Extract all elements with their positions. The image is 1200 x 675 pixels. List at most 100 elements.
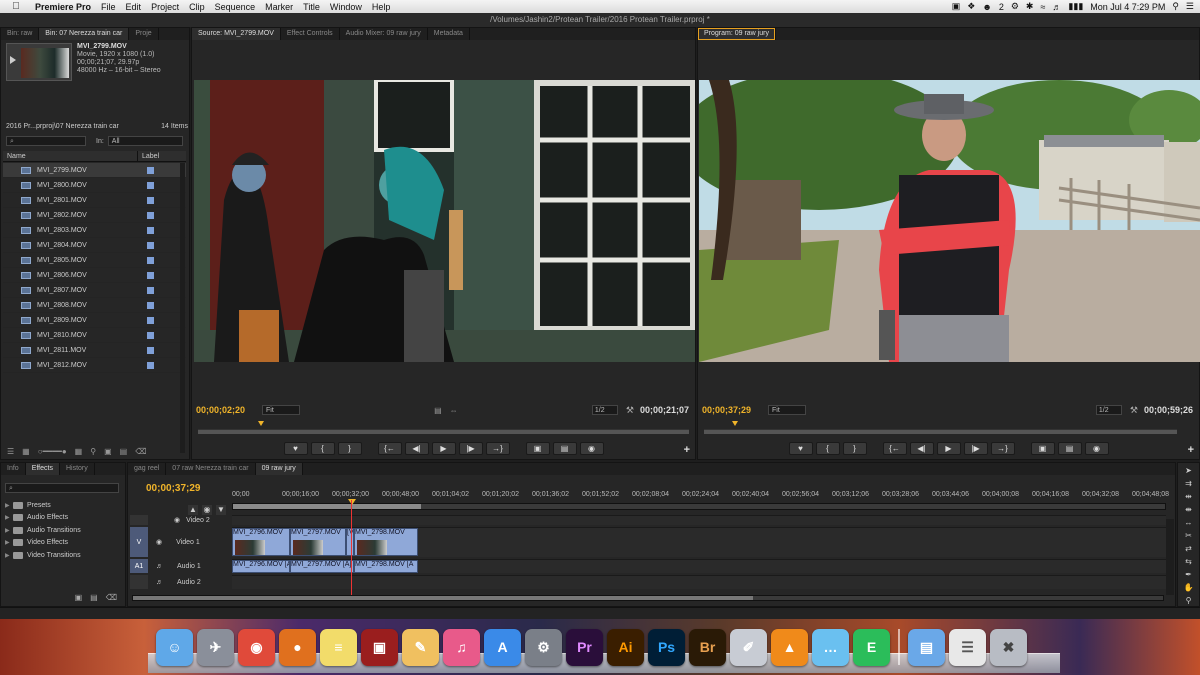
timeline-playhead-handle[interactable] — [348, 499, 356, 505]
linked-selection-icon[interactable]: ◉ — [202, 505, 212, 515]
wrench-icon[interactable]: ⚒ — [1130, 405, 1138, 416]
project-clip-row[interactable]: MVI_2808.MOV — [3, 298, 186, 313]
timeline-audio-clip[interactable]: MVI_2797.MOV [A] — [290, 560, 354, 573]
source-playhead[interactable] — [258, 421, 264, 426]
dock-app-icon[interactable]: ☺ — [156, 628, 193, 666]
tab-nerezza[interactable]: 07 raw Nerezza train car — [166, 463, 256, 475]
mark-in-button[interactable]: { — [310, 442, 335, 455]
project-search-input[interactable]: ⌕ — [6, 136, 86, 146]
track-lane-video1[interactable]: MVI_2796.MOV MVI_2797.MOV [V MVI_2798.MO… — [232, 527, 1166, 557]
dock-app-icon[interactable]: … — [812, 628, 849, 666]
dock-app-icon[interactable]: ▤ — [908, 628, 945, 666]
project-clip-row[interactable]: MVI_2799.MOV — [3, 163, 186, 178]
label-color-swatch[interactable] — [147, 271, 154, 279]
extract-button[interactable]: ▤ — [1057, 442, 1082, 455]
dock-app-icon[interactable]: ✐ — [730, 628, 767, 666]
timeline-audio-clip[interactable]: MVI_2796.MOV [A] — [232, 560, 290, 573]
timeline-clip[interactable]: [V — [346, 528, 354, 556]
dock-app-icon[interactable]: ● — [279, 628, 316, 666]
wrench-icon[interactable]: ⚒ — [626, 405, 634, 416]
mark-in-button[interactable]: { — [815, 442, 840, 455]
timeline-clip[interactable]: MVI_2797.MOV — [290, 528, 346, 556]
menu-marker[interactable]: Marker — [260, 2, 298, 12]
source-video-frame[interactable] — [194, 80, 695, 362]
timeline-audio-clip[interactable]: MVI_2798.MOV [A — [354, 560, 418, 573]
dock-app-icon[interactable]: ✈ — [197, 628, 234, 666]
project-clip-row[interactable]: MVI_2804.MOV — [3, 238, 186, 253]
track-lane-video2[interactable] — [232, 515, 1166, 525]
program-current-timecode[interactable]: 00;00;37;29 — [702, 405, 762, 415]
menu-clip[interactable]: Clip — [184, 2, 210, 12]
timeline-horizontal-scrollbar[interactable] — [132, 595, 1164, 601]
dock-app-icon[interactable]: ⚙ — [525, 628, 562, 666]
go-to-in-button[interactable]: {← — [377, 442, 402, 455]
label-color-swatch[interactable] — [147, 301, 154, 309]
source-current-timecode[interactable]: 00;00;02;20 — [196, 405, 256, 415]
step-forward-button[interactable]: |▶ — [963, 442, 988, 455]
track-lane-audio2[interactable] — [232, 575, 1166, 589]
tab-info[interactable]: Info — [1, 463, 26, 475]
tab-project[interactable]: Proje — [129, 28, 159, 40]
label-color-swatch[interactable] — [147, 331, 154, 339]
expand-triangle-icon[interactable]: ▶ — [5, 527, 13, 534]
play-icon[interactable] — [10, 56, 16, 64]
label-color-swatch[interactable] — [147, 196, 154, 204]
dock-app-icon[interactable]: Br — [689, 628, 726, 666]
slip-tool-icon[interactable]: ⇄ — [1182, 543, 1196, 554]
program-scrubber[interactable] — [704, 420, 1193, 434]
menu-sequence[interactable]: Sequence — [210, 2, 261, 12]
go-to-out-button[interactable]: →} — [485, 442, 510, 455]
play-button[interactable]: ▶ — [431, 442, 456, 455]
timeline-clip[interactable]: MVI_2798.MOV — [354, 528, 418, 556]
program-playhead[interactable] — [732, 421, 738, 426]
new-item-icon[interactable]: ▤ — [90, 593, 98, 602]
bluetooth-icon[interactable]: ✱ — [1026, 1, 1034, 12]
expand-triangle-icon[interactable]: ▶ — [5, 502, 13, 509]
label-color-swatch[interactable] — [147, 286, 154, 294]
project-clip-row[interactable]: MVI_2800.MOV — [3, 178, 186, 193]
label-color-swatch[interactable] — [147, 166, 154, 174]
project-clip-row[interactable]: MVI_2807.MOV — [3, 283, 186, 298]
wifi-icon[interactable]: ≈ — [1040, 2, 1045, 12]
expand-triangle-icon[interactable]: ▶ — [5, 514, 13, 521]
dock-app-icon[interactable]: Ai — [607, 628, 644, 666]
dock-app-icon[interactable]: A — [484, 628, 521, 666]
work-area-bar[interactable] — [233, 504, 421, 509]
fx-video-transitions[interactable]: ▶ Video Transitions — [5, 549, 81, 562]
ripple-edit-tool-icon[interactable]: ⇹ — [1182, 491, 1196, 502]
mark-out-button[interactable]: } — [337, 442, 362, 455]
button-editor-plus[interactable]: + — [684, 444, 690, 456]
mark-out-button[interactable]: } — [842, 442, 867, 455]
new-bin-icon[interactable]: ▣ — [75, 593, 83, 602]
source-resolution-dropdown[interactable]: 1/2 — [591, 405, 618, 415]
dock-app-icon[interactable]: ♫ — [443, 628, 480, 666]
dock-app-icon[interactable]: ▣ — [361, 628, 398, 666]
tab-source[interactable]: Source: MVI_2799.MOV — [192, 28, 281, 40]
dock-app-icon[interactable]: ✎ — [402, 628, 439, 666]
program-scrub-track[interactable] — [704, 429, 1177, 434]
project-clip-row[interactable]: MVI_2805.MOV — [3, 253, 186, 268]
new-bin-icon[interactable]: ▣ — [104, 447, 112, 456]
tab-audio-mixer[interactable]: Audio Mixer: 09 raw jury — [340, 28, 428, 40]
project-clip-row[interactable]: MVI_2802.MOV — [3, 208, 186, 223]
speaker-icon[interactable]: ♬ — [156, 563, 163, 570]
in-dropdown[interactable]: All — [107, 136, 183, 146]
rolling-edit-tool-icon[interactable]: ⇼ — [1182, 504, 1196, 515]
timeline-clip[interactable]: MVI_2796.MOV — [232, 528, 290, 556]
dock-app-icon[interactable]: Pr — [566, 628, 603, 666]
tab-effects[interactable]: Effects — [25, 463, 60, 475]
label-color-swatch[interactable] — [147, 181, 154, 189]
fx-video-effects[interactable]: ▶ Video Effects — [5, 537, 81, 550]
dock-app-icon[interactable]: ☰ — [949, 628, 986, 666]
speaker-icon[interactable]: ♬ — [156, 579, 163, 586]
label-color-swatch[interactable] — [147, 346, 154, 354]
step-back-button[interactable]: ◀| — [909, 442, 934, 455]
project-clip-row[interactable]: MVI_2801.MOV — [3, 193, 186, 208]
tab-history[interactable]: History — [60, 463, 95, 475]
project-clip-row[interactable]: MVI_2811.MOV — [3, 343, 186, 358]
tab-gag-reel[interactable]: gag reel — [128, 463, 167, 475]
notification-count[interactable]: 2 — [999, 2, 1004, 12]
hand-tool-icon[interactable]: ✋ — [1182, 582, 1196, 593]
snap-icon[interactable]: ▲ — [188, 505, 198, 515]
source-patch-v[interactable]: V — [130, 527, 148, 557]
